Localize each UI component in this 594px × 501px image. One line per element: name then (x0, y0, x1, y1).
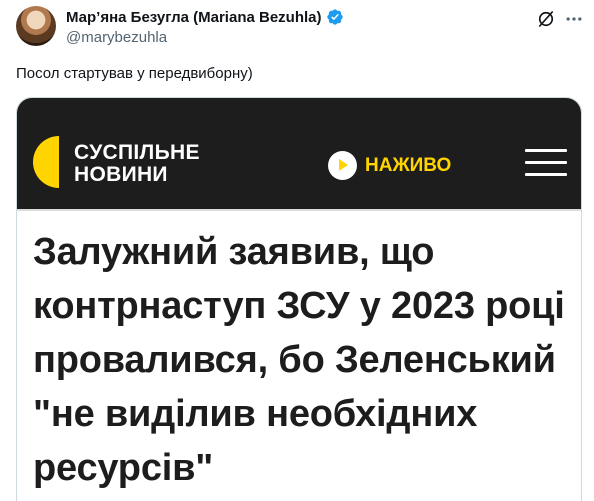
brand-line-2: НОВИНИ (74, 163, 168, 186)
tweet-media-image[interactable]: СУСПІЛЬНЕ НОВИНИ НАЖИВО Залужний заявив,… (16, 97, 582, 501)
live-label: НАЖИВО (365, 154, 452, 176)
play-icon (328, 151, 357, 180)
brand-name: СУСПІЛЬНЕ НОВИНИ (74, 142, 200, 186)
tweet-text: Посол стартував у передвиборну) (16, 65, 253, 82)
grok-icon[interactable] (536, 9, 556, 29)
author-display-name[interactable]: Мар’яна Безугла (Mariana Bezuhla) (66, 9, 322, 26)
brand-line-1: СУСПІЛЬНЕ (74, 141, 200, 164)
author-name-row: Мар’яна Безугла (Mariana Bezuhla) (66, 8, 344, 26)
verified-badge-icon (326, 9, 343, 25)
more-options-icon[interactable] (564, 9, 584, 29)
article-headline: Залужний заявив, що контрнаступ ЗСУ у 20… (33, 231, 565, 489)
hamburger-menu-icon[interactable] (525, 149, 567, 177)
site-header: СУСПІЛЬНЕ НОВИНИ НАЖИВО (17, 98, 581, 211)
live-button[interactable]: НАЖИВО (328, 151, 451, 180)
suspilne-logo-icon (33, 136, 59, 188)
author-handle[interactable]: @marybezuhla (66, 29, 167, 46)
avatar[interactable] (16, 6, 56, 46)
